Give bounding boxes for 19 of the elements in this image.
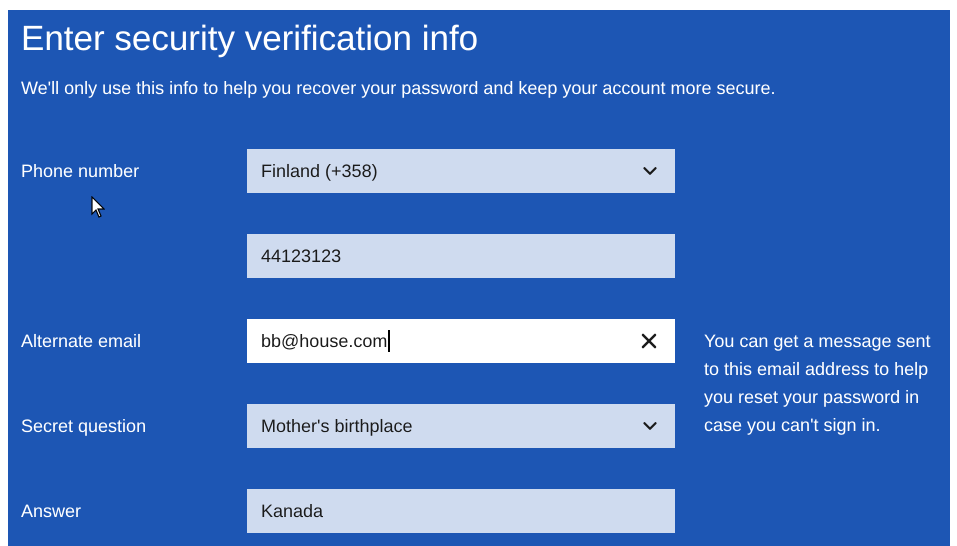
text-caret <box>388 330 390 352</box>
input-field[interactable]: 44123123 <box>247 234 675 278</box>
field-label: Answer <box>21 500 82 520</box>
field-value: 44123123 <box>261 244 342 268</box>
field-label: Secret question <box>21 416 146 436</box>
help-text: You can get a message sent to this email address to help you reset your password in case you can't sign in. <box>703 330 932 437</box>
field-value: bb@house.com <box>261 330 388 352</box>
dropdown[interactable]: Finland (+358) <box>247 149 675 193</box>
mouse-pointer-icon <box>91 196 105 218</box>
field-label: Phone number <box>21 160 140 180</box>
dropdown[interactable]: Mother's birthplace <box>247 404 675 448</box>
input-field[interactable]: Kanada <box>247 489 675 533</box>
description: We'll only use this info to help you recover your password and keep your account more secure. <box>21 77 776 100</box>
page-title: Enter security verification info <box>21 18 480 60</box>
field-value: Finland (+358) <box>261 160 378 183</box>
field-label: Alternate email <box>21 330 142 350</box>
input-field[interactable]: bb@house.com <box>247 319 675 363</box>
field-value: Kanada <box>261 500 324 522</box>
field-value: Mother's birthplace <box>261 414 413 438</box>
